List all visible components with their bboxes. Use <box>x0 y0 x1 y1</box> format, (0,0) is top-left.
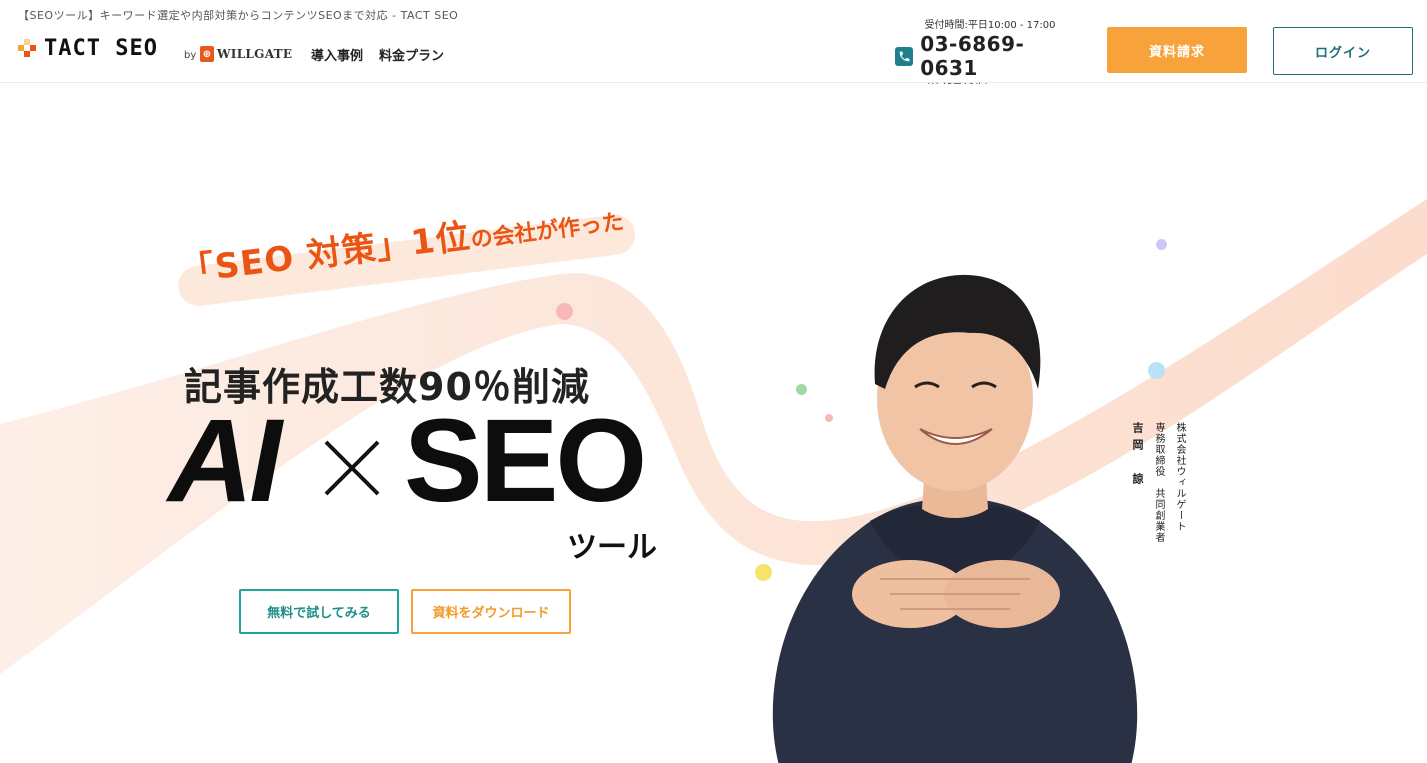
ai-word: AI <box>168 395 282 527</box>
phone-row[interactable]: 03-6869-0631 <box>895 32 1075 80</box>
willgate-logo-text: WILLGATE <box>217 47 293 61</box>
nav-pricing[interactable]: 料金プラン <box>379 45 444 64</box>
site-tagline: 【SEOツール】キーワード選定や内部対策からコンテンツSEOまで対応 - TAC… <box>18 9 459 22</box>
login-button[interactable]: ログイン <box>1273 27 1413 75</box>
willgate-badge-icon: ⊕ <box>200 46 214 62</box>
hero-section: 「SEO 対策」1位の会社が作った 記事作成工数90％削減 AI SEO ツール… <box>0 84 1427 763</box>
willgate-logo[interactable]: ⊕ WILLGATE <box>200 46 292 62</box>
request-materials-button[interactable]: 資料請求 <box>1107 27 1247 73</box>
nav-case-studies[interactable]: 導入事例 <box>311 45 363 64</box>
site-header: 【SEOツール】キーワード選定や内部対策からコンテンツSEOまで対応 - TAC… <box>0 0 1427 95</box>
phone-icon <box>895 46 914 66</box>
decorative-dot <box>556 303 573 320</box>
caption-title: 専務取締役 共同創業者 <box>1153 422 1164 543</box>
main-nav: 導入事例 料金プラン <box>311 45 444 64</box>
logo-by-text: by <box>184 50 197 61</box>
portrait-caption: 株式会社ウィルゲート 専務取締役 共同創業者 吉岡 諒 <box>1129 422 1187 543</box>
download-materials-button[interactable]: 資料をダウンロード <box>411 589 571 634</box>
seo-word: SEO <box>404 395 647 527</box>
logo-text: TACT SEO <box>44 36 158 61</box>
decorative-dot <box>1156 239 1167 250</box>
tact-seo-logo[interactable]: TACT SEO <box>18 36 158 61</box>
times-icon <box>324 440 380 496</box>
caption-company: 株式会社ウィルゲート <box>1174 422 1185 532</box>
caption-name: 吉岡 諒 <box>1131 422 1144 490</box>
executive-portrait <box>772 274 1138 763</box>
tool-word: ツール <box>567 530 657 565</box>
business-hours: 受付時間:平日10:00 - 17:00 <box>924 20 1056 31</box>
free-trial-button[interactable]: 無料で試してみる <box>239 589 399 634</box>
logo-mark-icon <box>18 38 38 60</box>
phone-number: 03-6869-0631 <box>920 32 1025 80</box>
